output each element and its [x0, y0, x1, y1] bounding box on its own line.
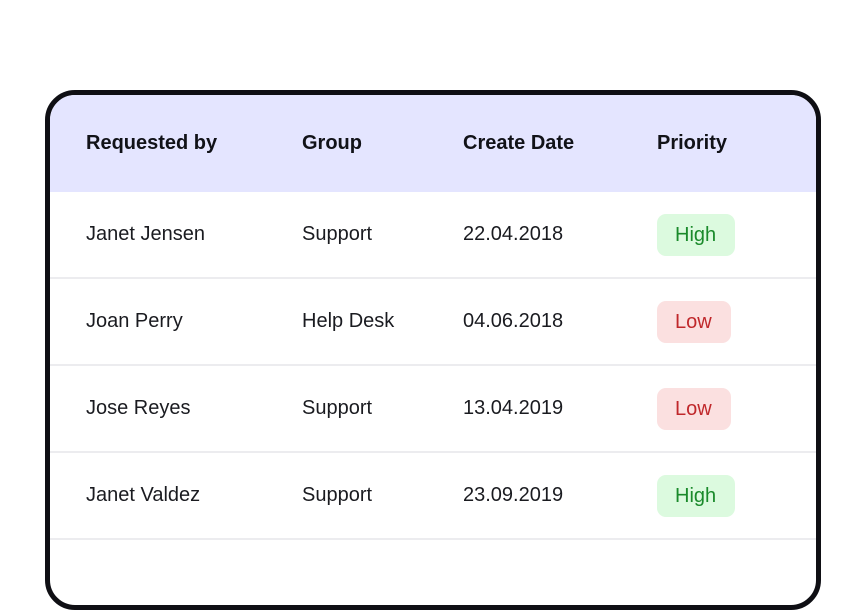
column-header-priority[interactable]: Priority [657, 95, 727, 192]
priority-badge-high: High [657, 213, 736, 256]
priority-badge-low: Low [657, 300, 731, 343]
create-date-cell: 13.04.2019 [463, 397, 564, 419]
priority-cell: Low [657, 366, 731, 451]
requested-by-cell: Jose Reyes [86, 397, 191, 419]
group-cell: Support [302, 397, 373, 419]
table-row[interactable]: Janet Valdez Support 23.09.2019 High [50, 453, 816, 540]
group-cell: Support [302, 223, 373, 245]
priority-cell: Low [657, 279, 731, 364]
priority-cell: High [657, 453, 736, 538]
create-date-cell: 04.06.2018 [463, 310, 564, 332]
create-date-cell: 23.09.2019 [463, 484, 564, 506]
requested-by-cell: Janet Valdez [86, 484, 201, 506]
table-row[interactable]: Jose Reyes Support 13.04.2019 Low [50, 366, 816, 453]
column-header-create-date[interactable]: Create Date [463, 95, 574, 192]
priority-badge-high: High [657, 474, 736, 517]
requested-by-cell: Joan Perry [86, 310, 183, 332]
table-row[interactable]: Janet Jensen Support 22.04.2018 High [50, 192, 816, 279]
requested-by-cell: Janet Jensen [86, 223, 205, 245]
column-header-group[interactable]: Group [302, 95, 362, 192]
group-cell: Help Desk [302, 310, 395, 332]
table-header: Requested by Group Create Date Priority [50, 95, 816, 192]
table-row[interactable]: Joan Perry Help Desk 04.06.2018 Low [50, 279, 816, 366]
requests-table: Requested by Group Create Date Priority … [45, 90, 821, 610]
priority-badge-low: Low [657, 387, 731, 430]
priority-cell: High [657, 192, 736, 277]
column-header-requested-by[interactable]: Requested by [86, 95, 217, 192]
group-cell: Support [302, 484, 373, 506]
create-date-cell: 22.04.2018 [463, 223, 564, 245]
